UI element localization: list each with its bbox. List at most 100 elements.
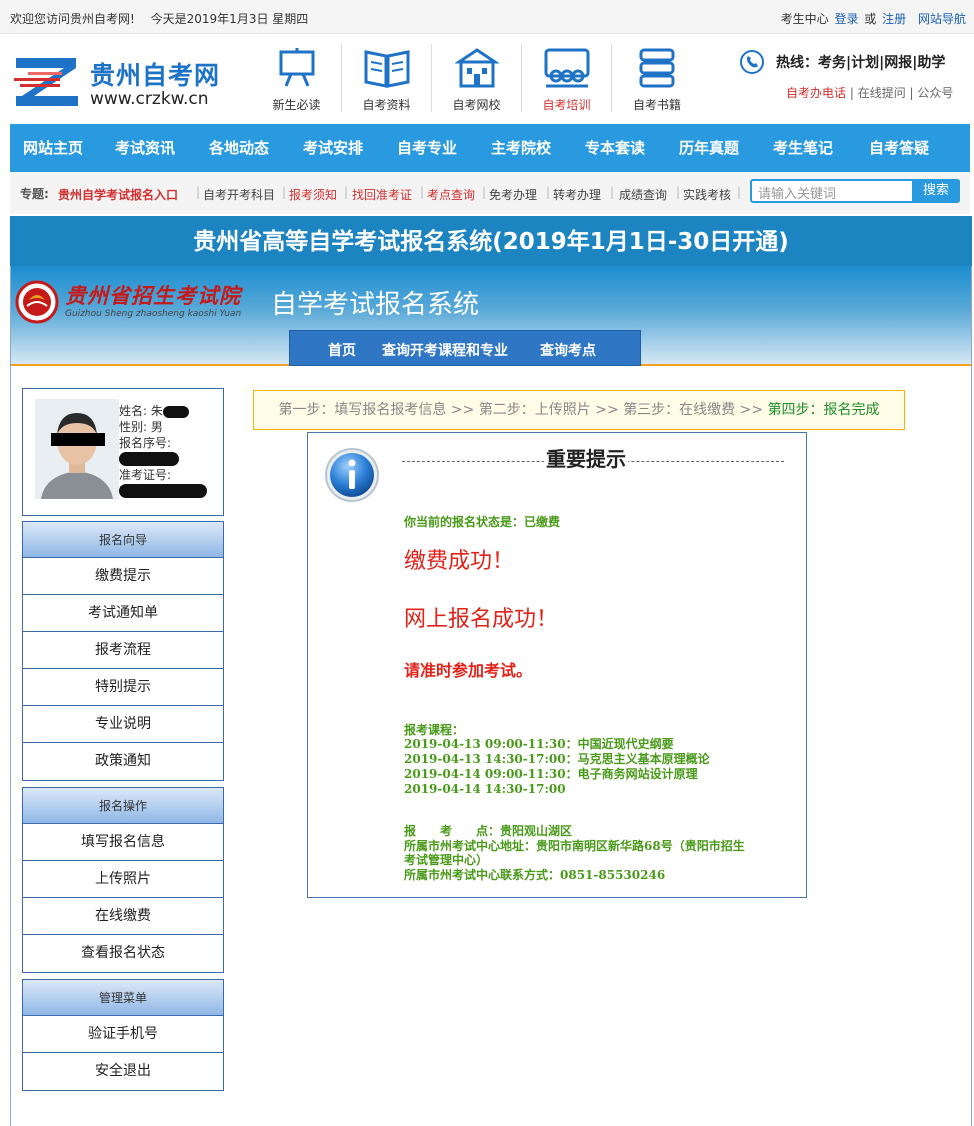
icon-nav-item-materials[interactable]: 自考资料 — [342, 44, 432, 112]
menu-item-process[interactable]: 报考流程 — [23, 632, 223, 669]
school-building-icon — [454, 48, 499, 88]
topic-link-exemption[interactable]: 免考办理 — [489, 186, 537, 203]
candidate-photo — [35, 399, 119, 499]
menu-item-online-payment[interactable]: 在线缴费 — [23, 898, 223, 935]
system-title: 自学考试报名系统 — [271, 290, 480, 320]
menu-operations: 报名操作 填写报名信息 上传照片 在线缴费 查看报名状态 — [22, 787, 224, 973]
attend-exam-reminder: 请准时参加考试。 — [404, 661, 533, 680]
topic-link-subjects[interactable]: 自考开考科目 — [203, 186, 275, 203]
date-text: 今天是2019年1月3日 星期四 — [150, 12, 309, 26]
divider: | — [610, 185, 615, 199]
online-question-link[interactable]: 在线提问 — [858, 86, 906, 100]
menu-item-verify-phone[interactable]: 验证手机号 — [23, 1016, 223, 1053]
logo-name: 贵州自考网 — [90, 61, 221, 90]
name-value: 朱 — [150, 404, 163, 418]
nav-item-news[interactable]: 考试资讯 — [102, 124, 188, 172]
menu-item-view-status[interactable]: 查看报名状态 — [23, 935, 223, 972]
nav-item-past-papers[interactable]: 历年真题 — [666, 124, 752, 172]
course-item: 2019-04-14 09:00-11:30：电子商务网站设计原理 — [404, 767, 698, 781]
office-phone-link[interactable]: 自考办电话 — [786, 86, 846, 100]
institute-pinyin: Guizhou Sheng zhaosheng kaoshi Yuan — [65, 309, 242, 319]
register-link[interactable]: 注册 — [882, 12, 906, 26]
phone-icon — [740, 50, 764, 74]
gender-label: 性别: — [119, 420, 148, 434]
person-photo-icon — [35, 399, 119, 499]
course-item: 2019-04-13 14:30-17:00：马克思主义基本原理概论 — [404, 752, 710, 766]
icon-nav-label: 新生必读 — [272, 98, 321, 112]
menu-item-special-tips[interactable]: 特别提示 — [23, 669, 223, 706]
system-nav: 首页 查询开考课程和专业 查询考点 — [289, 330, 641, 366]
course-item: 2019-04-14 14:30-17:00 — [404, 782, 566, 796]
exam-site: 报 考 点：贵阳观山湖区 — [404, 824, 573, 838]
nav-item-majors[interactable]: 自考专业 — [384, 124, 470, 172]
book-stack-icon — [639, 48, 675, 88]
system-nav-home[interactable]: 首页 — [328, 340, 356, 360]
system-nav-courses[interactable]: 查询开考课程和专业 — [382, 340, 508, 360]
system-banner: 贵州省高等自学考试报名系统(2019年1月1日-30日开通) — [10, 216, 972, 266]
login-link[interactable]: 登录 — [834, 12, 858, 26]
icon-nav-item-training[interactable]: 自考培训 — [522, 44, 612, 112]
institute-name: 贵州省招生考试院 — [65, 283, 241, 308]
registration-success-message: 网上报名成功！ — [404, 607, 559, 632]
menu-item-fill-info[interactable]: 填写报名信息 — [23, 824, 223, 861]
menu-guide: 报名向导 缴费提示 考试通知单 报考流程 特别提示 专业说明 政策通知 — [22, 521, 224, 781]
topic-link-notice[interactable]: 报考须知 — [289, 186, 337, 203]
redaction-mark — [119, 484, 207, 498]
logo-url: www.crzkw.cn — [90, 89, 209, 109]
classroom-icon — [544, 48, 589, 88]
topic-link-exam-site[interactable]: 考点查询 — [427, 186, 475, 203]
nav-item-faq[interactable]: 自考答疑 — [854, 124, 944, 172]
info-icon — [325, 448, 379, 502]
topic-link-recover-ticket[interactable]: 找回准考证 — [352, 186, 412, 203]
candidate-profile-card: 姓名: 朱 性别: 男 报名序号: 00782 准考证号: 5201 — [22, 388, 224, 516]
registration-steps: 第一步：填写报名报考信息 >> 第二步：上传照片 >> 第三步：在线缴费 >> … — [253, 390, 905, 430]
divider: | — [546, 185, 551, 199]
menu-item-logout[interactable]: 安全退出 — [23, 1053, 223, 1090]
topic-link-practice[interactable]: 实践考核 — [683, 186, 731, 203]
easel-board-icon — [279, 48, 314, 87]
menu-item-exam-notice[interactable]: 考试通知单 — [23, 595, 223, 632]
system-nav-exam-sites[interactable]: 查询考点 — [540, 340, 596, 360]
icon-nav-label: 自考书籍 — [632, 98, 681, 112]
site-logo[interactable]: 贵州自考网 www.crzkw.cn — [14, 54, 229, 112]
serial-label: 报名序号: — [119, 436, 172, 450]
icon-nav-item-newbie[interactable]: 新生必读 — [252, 44, 342, 112]
notice-title: 重要提示 — [544, 443, 628, 472]
courses-label: 报考课程： — [404, 723, 465, 737]
menu-guide-title: 报名向导 — [23, 522, 223, 558]
gender-value: 男 — [150, 420, 163, 434]
redaction-mark — [119, 452, 179, 466]
menu-item-upload-photo[interactable]: 上传照片 — [23, 861, 223, 898]
nav-item-joint-study[interactable]: 专本套读 — [572, 124, 658, 172]
redaction-mark — [162, 405, 189, 418]
center-address-line-1: 所属市州考试中心地址：贵阳市南明区新华路68号（贵阳市招生 — [404, 839, 745, 853]
divider: | — [420, 185, 425, 199]
welcome-text: 欢迎您访问贵州自考网! — [10, 12, 135, 26]
wechat-link[interactable]: 公众号 — [917, 86, 953, 100]
menu-management-title: 管理菜单 — [23, 980, 223, 1016]
payment-success-message: 缴费成功！ — [404, 549, 515, 574]
step-3: 第三步：在线缴费 >> — [623, 402, 768, 418]
divider: | — [282, 185, 287, 199]
icon-nav-item-online-school[interactable]: 自考网校 — [432, 44, 522, 112]
registration-status: 你当前的报名状态是：已缴费 — [404, 515, 561, 529]
nav-item-notes[interactable]: 考生笔记 — [760, 124, 846, 172]
step-4-current: 第四步：报名完成 — [767, 402, 880, 418]
topic-link-scores[interactable]: 成绩查询 — [619, 186, 667, 203]
search-button[interactable]: 搜索 — [912, 179, 960, 203]
topic-link-transfer[interactable]: 转考办理 — [553, 186, 601, 203]
nav-item-schedule[interactable]: 考试安排 — [290, 124, 376, 172]
topic-link-registration-entry[interactable]: 贵州自学考试报名入口 — [58, 186, 178, 203]
menu-item-policy[interactable]: 政策通知 — [23, 743, 223, 780]
site-header: 贵州自考网 www.crzkw.cn 新生必读 自考资料 自考网校 自考培训 自… — [0, 34, 974, 124]
icon-nav-item-books[interactable]: 自考书籍 — [612, 44, 702, 112]
nav-item-regional[interactable]: 各地动态 — [196, 124, 282, 172]
nav-item-colleges[interactable]: 主考院校 — [478, 124, 564, 172]
site-nav-link[interactable]: 网站导航 — [918, 12, 966, 26]
logo-z-icon — [14, 58, 78, 106]
or-text: 或 — [864, 12, 877, 26]
menu-item-major-info[interactable]: 专业说明 — [23, 706, 223, 743]
nav-item-home[interactable]: 网站主页 — [10, 124, 96, 172]
institute-seal-icon — [15, 280, 59, 324]
menu-item-payment-tips[interactable]: 缴费提示 — [23, 558, 223, 595]
